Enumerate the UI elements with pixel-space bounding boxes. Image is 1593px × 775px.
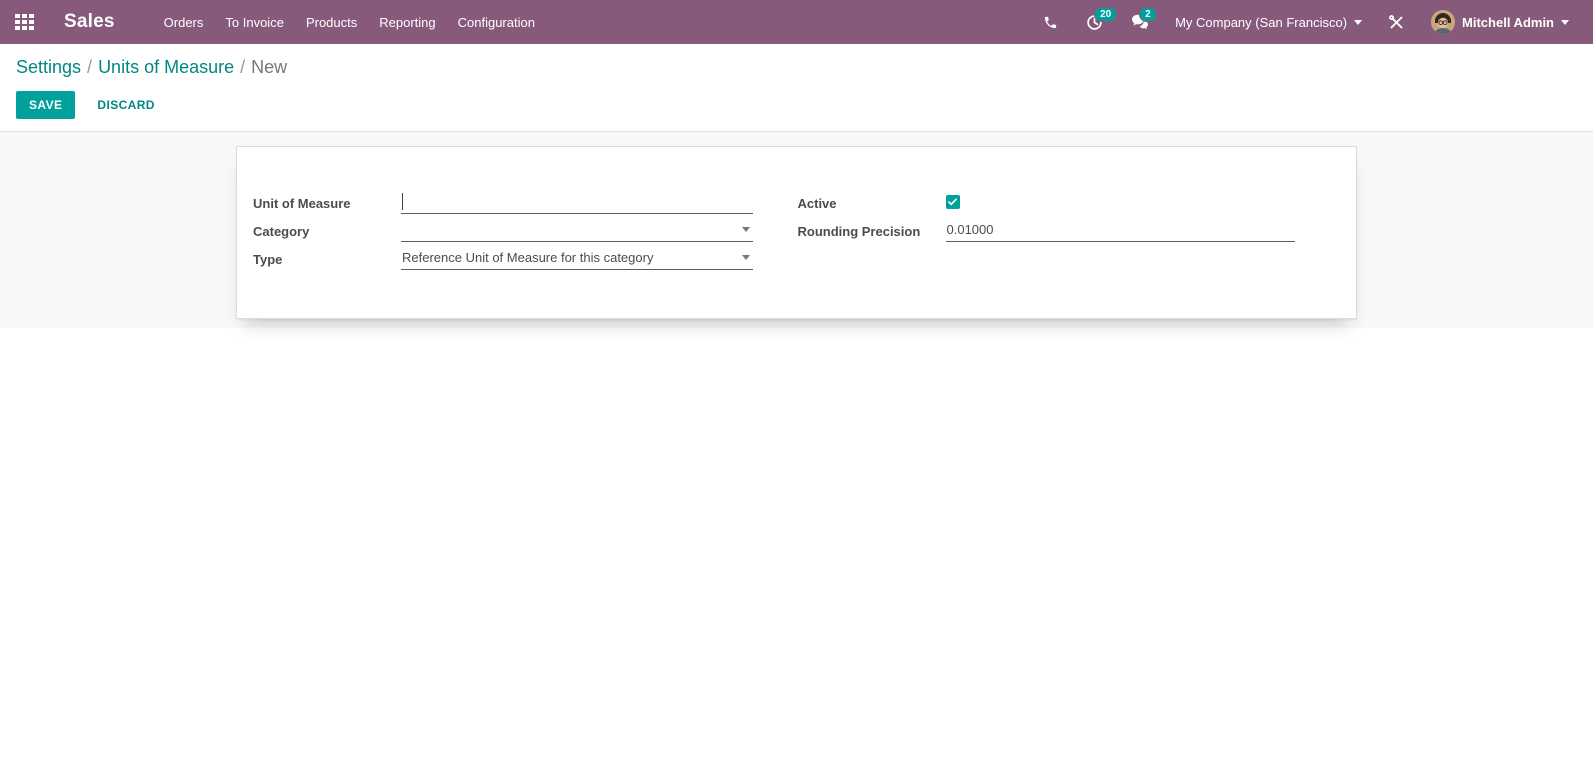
action-buttons: SAVE DISCARD	[16, 91, 1577, 119]
voip-button[interactable]	[1029, 0, 1072, 44]
type-field-wrap: Reference Unit of Measure for this categ…	[401, 248, 753, 270]
messages-count-badge: 2	[1139, 7, 1157, 22]
form-sheet: Unit of Measure Category Type Reference …	[236, 146, 1357, 319]
navbar-systray: 20 2 My Company (San Francisco) Mitchell…	[1029, 0, 1593, 44]
form-right-column: Active Rounding Precision	[797, 189, 1357, 273]
active-label: Active	[797, 195, 837, 211]
user-avatar	[1431, 10, 1456, 34]
field-row-unit-of-measure: Unit of Measure	[253, 189, 753, 217]
company-name: My Company (San Francisco)	[1175, 14, 1348, 30]
form-left-column: Unit of Measure Category Type Reference …	[237, 189, 797, 273]
field-row-category: Category	[253, 217, 753, 245]
activities-button[interactable]: 20	[1072, 0, 1118, 44]
chevron-down-icon	[741, 227, 750, 232]
chevron-down-icon	[741, 255, 750, 260]
messages-button[interactable]: 2	[1117, 0, 1163, 44]
save-button[interactable]: SAVE	[16, 91, 76, 119]
chevron-down-icon	[1354, 19, 1363, 25]
type-select[interactable]: Reference Unit of Measure for this categ…	[401, 248, 753, 270]
phone-icon	[1043, 15, 1058, 30]
discard-button[interactable]: DISCARD	[91, 91, 160, 119]
rounding-precision-label: Rounding Precision	[797, 223, 921, 239]
apps-grid-icon	[14, 14, 34, 30]
rounding-precision-input[interactable]	[945, 220, 1295, 242]
activities-count-badge: 20	[1094, 7, 1118, 22]
breadcrumb-settings[interactable]: Settings	[16, 57, 81, 77]
category-field-wrap	[401, 220, 753, 242]
breadcrumb-current: New	[251, 57, 288, 77]
unit-of-measure-field-wrap	[401, 192, 753, 214]
rounding-precision-field-wrap	[945, 220, 1295, 242]
menu-products[interactable]: Products	[295, 0, 368, 44]
apps-menu-button[interactable]	[0, 0, 48, 44]
breadcrumb-separator: /	[87, 57, 93, 77]
breadcrumb-separator: /	[240, 57, 246, 77]
menu-reporting[interactable]: Reporting	[368, 0, 446, 44]
company-switcher[interactable]: My Company (San Francisco)	[1163, 0, 1374, 44]
category-label: Category	[253, 223, 310, 239]
chevron-down-icon	[1561, 19, 1569, 25]
text-cursor	[402, 193, 403, 210]
tools-icon	[1388, 14, 1405, 31]
active-field-wrap	[945, 194, 1296, 212]
top-navbar: Sales Orders To Invoice Products Reporti…	[0, 0, 1593, 44]
menu-to-invoice[interactable]: To Invoice	[214, 0, 295, 44]
checkmark-icon	[948, 198, 957, 206]
unit-of-measure-label: Unit of Measure	[253, 195, 351, 211]
active-checkbox[interactable]	[945, 194, 960, 209]
debug-tools-button[interactable]	[1374, 0, 1419, 44]
type-value: Reference Unit of Measure for this categ…	[402, 250, 654, 265]
unit-of-measure-input[interactable]	[401, 192, 753, 214]
type-label: Type	[253, 251, 283, 267]
menu-orders[interactable]: Orders	[153, 0, 215, 44]
field-row-type: Type Reference Unit of Measure for this …	[253, 245, 753, 273]
field-row-active: Active	[798, 189, 1296, 217]
breadcrumb: Settings / Units of Measure / New	[16, 57, 1577, 78]
user-menu[interactable]: Mitchell Admin	[1419, 0, 1581, 44]
control-panel: Settings / Units of Measure / New SAVE DISCA…	[0, 44, 1593, 132]
app-name[interactable]: Sales	[64, 11, 115, 33]
menu-configuration[interactable]: Configuration	[447, 0, 546, 44]
breadcrumb-units-of-measure[interactable]: Units of Measure	[98, 57, 234, 77]
main-menu: Orders To Invoice Products Reporting Con…	[153, 0, 546, 44]
category-select[interactable]	[401, 220, 753, 242]
form-view: Unit of Measure Category Type Reference …	[0, 132, 1593, 328]
field-row-rounding-precision: Rounding Precision	[797, 217, 1295, 245]
user-name: Mitchell Admin	[1462, 14, 1554, 30]
